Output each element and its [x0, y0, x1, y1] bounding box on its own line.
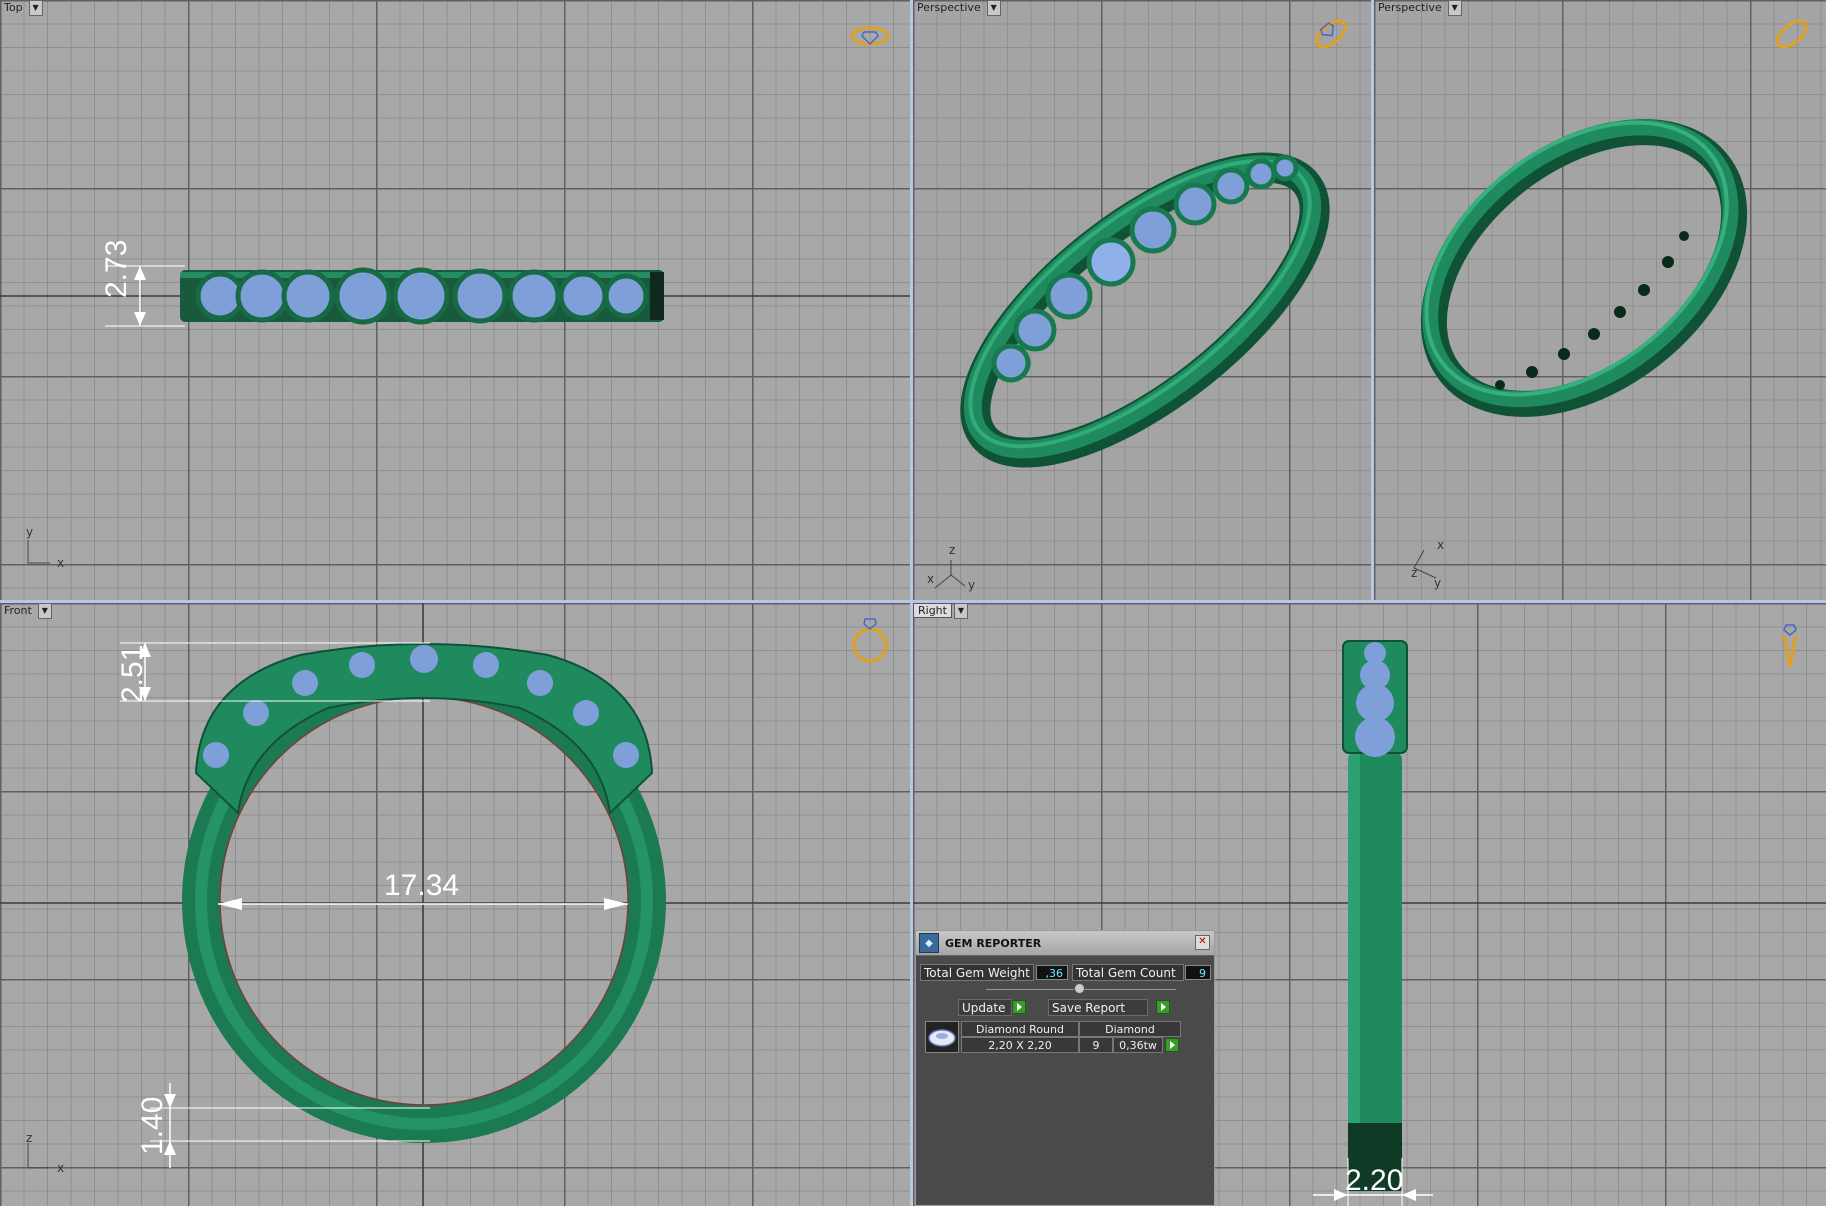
viewport-name: Perspective	[917, 1, 981, 14]
axis-label-y: y	[26, 525, 34, 539]
chevron-down-icon[interactable]: ▼	[1447, 0, 1462, 16]
axis-label-x: x	[57, 556, 65, 570]
dimension-inner-diameter: 17.34	[384, 869, 460, 902]
dimension-top-height: 2.73	[100, 239, 133, 298]
chevron-down-icon[interactable]: ▼	[37, 603, 52, 619]
gem-reporter-panel: ◆ GEM REPORTER ✕ Total Gem Weight ,36 To…	[915, 930, 1215, 1206]
perspective-2-canvas	[1413, 19, 1808, 579]
view-cube-icon	[1315, 19, 1347, 49]
total-gem-count-value: 9	[1185, 965, 1211, 980]
dimension-front-shank: 1.40	[136, 1096, 169, 1155]
axis-label-x: x	[1437, 538, 1445, 552]
total-gem-count-label: Total Gem Count	[1072, 964, 1184, 981]
perspective-1-canvas	[934, 19, 1347, 589]
dimension-front-head: 2.51	[116, 644, 149, 703]
ring-perspective-2	[1420, 119, 1748, 417]
play-icon[interactable]	[1165, 1038, 1179, 1052]
gem-holes-perspective-2	[1495, 231, 1689, 390]
dimension-right-width: 2.20	[1345, 1164, 1404, 1197]
slider-knob[interactable]	[1074, 983, 1085, 994]
panel-title-bar[interactable]: ◆ GEM REPORTER ✕	[916, 931, 1214, 956]
top-view-canvas	[0, 26, 910, 564]
gem-quantity: 9	[1079, 1037, 1113, 1053]
axis-label-x: x	[57, 1161, 65, 1175]
view-cube-icon	[850, 26, 890, 46]
total-gem-weight-label: Total Gem Weight	[920, 964, 1034, 981]
view-cube-icon	[1776, 19, 1808, 49]
chevron-down-icon[interactable]: ▼	[953, 603, 968, 619]
viewport-top[interactable]: Top ▼ 2.73 y x	[0, 0, 910, 600]
gem-material: Diamond	[1079, 1021, 1181, 1037]
viewport-label-perspective-1[interactable]: Perspective ▼	[913, 0, 1001, 16]
axis-label-z: z	[949, 543, 956, 557]
viewport-label-right[interactable]: Right ▼	[913, 603, 968, 619]
viewport-front[interactable]: Front ▼ 2.51 17.34 1.40 z x	[0, 603, 910, 1206]
viewport-label-top[interactable]: Top ▼	[0, 0, 43, 16]
gem-name: Diamond Round	[961, 1021, 1079, 1037]
update-button[interactable]: Update	[958, 999, 1012, 1016]
gem-row-top	[195, 267, 649, 325]
gem-list-row[interactable]: Diamond Round Diamond 2,20 X 2,20 9 0,36…	[925, 1021, 1181, 1055]
gem-thumbnail-icon	[925, 1021, 959, 1053]
axis-label-y: y	[1434, 576, 1442, 590]
axis-label-z: z	[26, 1131, 33, 1145]
chevron-down-icon[interactable]: ▼	[986, 0, 1001, 16]
viewport-name: Front	[4, 604, 32, 617]
viewport-name: Perspective	[1378, 1, 1442, 14]
gem-total-weight: 0,36tw	[1113, 1037, 1163, 1053]
view-cube-icon	[852, 618, 888, 663]
axis-label-x: x	[927, 572, 935, 586]
viewport-label-front[interactable]: Front ▼	[0, 603, 52, 619]
viewport-name: Right	[913, 603, 952, 618]
weight-slider[interactable]	[986, 983, 1176, 994]
save-report-button[interactable]: Save Report	[1048, 999, 1148, 1016]
axis-label-y: y	[968, 578, 976, 592]
close-icon[interactable]: ✕	[1195, 935, 1210, 950]
play-icon[interactable]	[1156, 1000, 1170, 1014]
panel-title: GEM REPORTER	[945, 936, 1042, 950]
gem-size: 2,20 X 2,20	[961, 1037, 1079, 1053]
viewport-perspective-1[interactable]: Perspective ▼ z x y	[913, 0, 1371, 600]
gem-icon: ◆	[919, 933, 939, 953]
viewport-divider[interactable]	[1371, 0, 1374, 600]
viewport-label-perspective-2[interactable]: Perspective ▼	[1374, 0, 1462, 16]
viewport-perspective-2[interactable]: Perspective ▼ x z y	[1374, 0, 1826, 600]
total-gem-weight-value: ,36	[1036, 965, 1068, 980]
chevron-down-icon[interactable]: ▼	[28, 0, 43, 16]
viewport-name: Top	[4, 1, 23, 14]
axis-label-z: z	[1411, 566, 1418, 580]
play-icon[interactable]	[1012, 1000, 1026, 1014]
view-cube-icon	[1782, 624, 1798, 668]
